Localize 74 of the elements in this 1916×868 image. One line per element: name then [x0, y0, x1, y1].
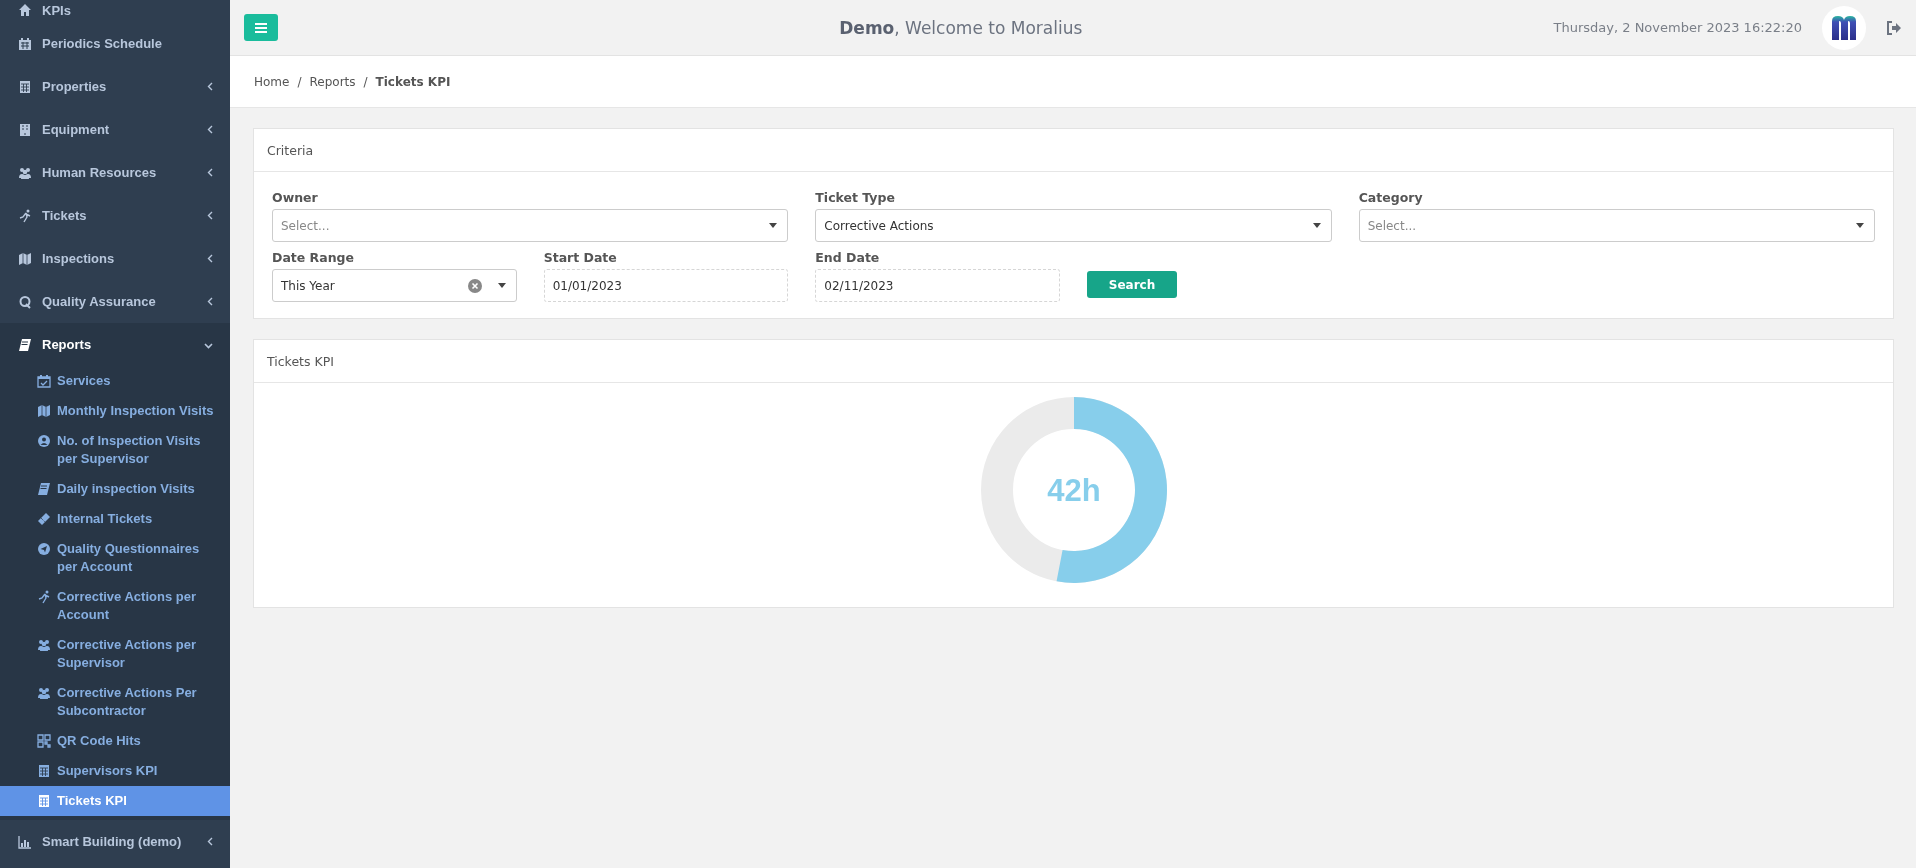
field-label: Start Date [543, 250, 618, 265]
book-icon [37, 482, 51, 496]
field-label: End Date [815, 250, 881, 265]
sidebar-subitem[interactable]: Services [0, 366, 230, 396]
field-label: Category [1358, 190, 1424, 205]
caret-icon [769, 223, 778, 228]
book-icon [18, 337, 32, 352]
calculator-icon [37, 794, 51, 808]
sidebar-item[interactable]: Inspections [0, 237, 230, 280]
running-person-icon [18, 208, 32, 223]
sidebar-subitem[interactable]: Quality Questionnaires per Account [0, 534, 230, 582]
calculator-icon [37, 764, 51, 778]
breadcrumb-current: Tickets KPI [375, 74, 451, 89]
paper-plane-icon [37, 542, 51, 556]
sidebar-subitem[interactable]: Corrective Actions Per Subcontractor [0, 678, 230, 726]
select-field[interactable]: Corrective Actions [815, 209, 1332, 242]
map-icon [37, 404, 51, 418]
qr-code-icon [37, 734, 51, 748]
caret-icon [497, 283, 506, 288]
date-field[interactable]: 02/11/2023 [815, 269, 1060, 302]
calculator-icon [18, 79, 32, 94]
sidebar-subitem[interactable]: Monthly Inspection Visits [0, 396, 230, 426]
select-field[interactable]: This Year [272, 269, 517, 302]
user-circle-icon [37, 434, 51, 448]
users-icon [37, 686, 51, 700]
calendar-check-icon [37, 374, 51, 388]
select-field[interactable]: Select... [1358, 209, 1875, 242]
sidebar-item[interactable]: Tickets [0, 194, 230, 237]
logout-icon[interactable] [1886, 20, 1902, 35]
date-field[interactable]: 01/01/2023 [543, 269, 789, 302]
menu-icon [255, 22, 267, 33]
users-icon [18, 165, 32, 180]
sidebar-subitem[interactable]: Corrective Actions per Supervisor [0, 630, 230, 678]
bar-chart-icon [18, 834, 32, 849]
breadcrumb-link[interactable]: Reports [309, 74, 356, 89]
users-icon [37, 638, 51, 652]
sidebar-item[interactable]: Reports [0, 323, 230, 366]
field-label: Owner [272, 190, 319, 205]
caret-icon [1856, 223, 1864, 228]
gauge-value: 42h [1046, 473, 1101, 508]
breadcrumb-link[interactable]: Home [254, 74, 290, 89]
sidebar-subitem[interactable]: No. of Inspection Visits per Supervisor [0, 426, 230, 474]
date-time: Thursday, 2 November 2023 16:22:20 [1553, 20, 1802, 35]
sidebar-item[interactable]: Properties [0, 65, 230, 108]
sidebar-item[interactable]: Human Resources [0, 151, 230, 194]
menu-button[interactable] [244, 14, 278, 41]
select-field[interactable]: Select... [272, 209, 789, 242]
q-letter-icon [18, 294, 32, 309]
sidebar-item[interactable]: Equipment [0, 108, 230, 151]
caret-icon [1312, 223, 1321, 228]
clear-icon[interactable] [467, 278, 482, 293]
calendar-icon [18, 36, 32, 51]
home-icon [18, 3, 32, 17]
card-title: Tickets KPI [254, 340, 1893, 383]
breadcrumb-separator: / [297, 74, 302, 89]
sidebar-subitem[interactable]: Supervisors KPI [0, 756, 230, 786]
ticket-icon [37, 512, 51, 526]
building-icon [18, 122, 32, 137]
sidebar-item[interactable]: KPIs [0, 0, 230, 22]
logo-icon[interactable] [1822, 5, 1866, 50]
running-person-icon [37, 590, 51, 604]
card-title: Criteria [254, 129, 1893, 172]
breadcrumb-separator: / [363, 74, 368, 89]
field-label: Ticket Type [815, 190, 896, 205]
sidebar-subitem[interactable]: Daily inspection Visits [0, 474, 230, 504]
sidebar-subitem[interactable]: Internal Tickets [0, 504, 230, 534]
welcome-text: Demo, Welcome to Moralius [838, 17, 1084, 38]
sidebar-subitem[interactable]: Corrective Actions per Account [0, 582, 230, 630]
map-icon [18, 251, 32, 266]
field-label: Date Range [272, 250, 355, 265]
sidebar-item[interactable]: Smart Building (demo) [0, 820, 230, 863]
sidebar-subitem[interactable]: QR Code Hits [0, 726, 230, 756]
sidebar-item[interactable]: Quality Assurance [0, 280, 230, 323]
sidebar-item[interactable]: Periodics Schedule [0, 22, 230, 65]
